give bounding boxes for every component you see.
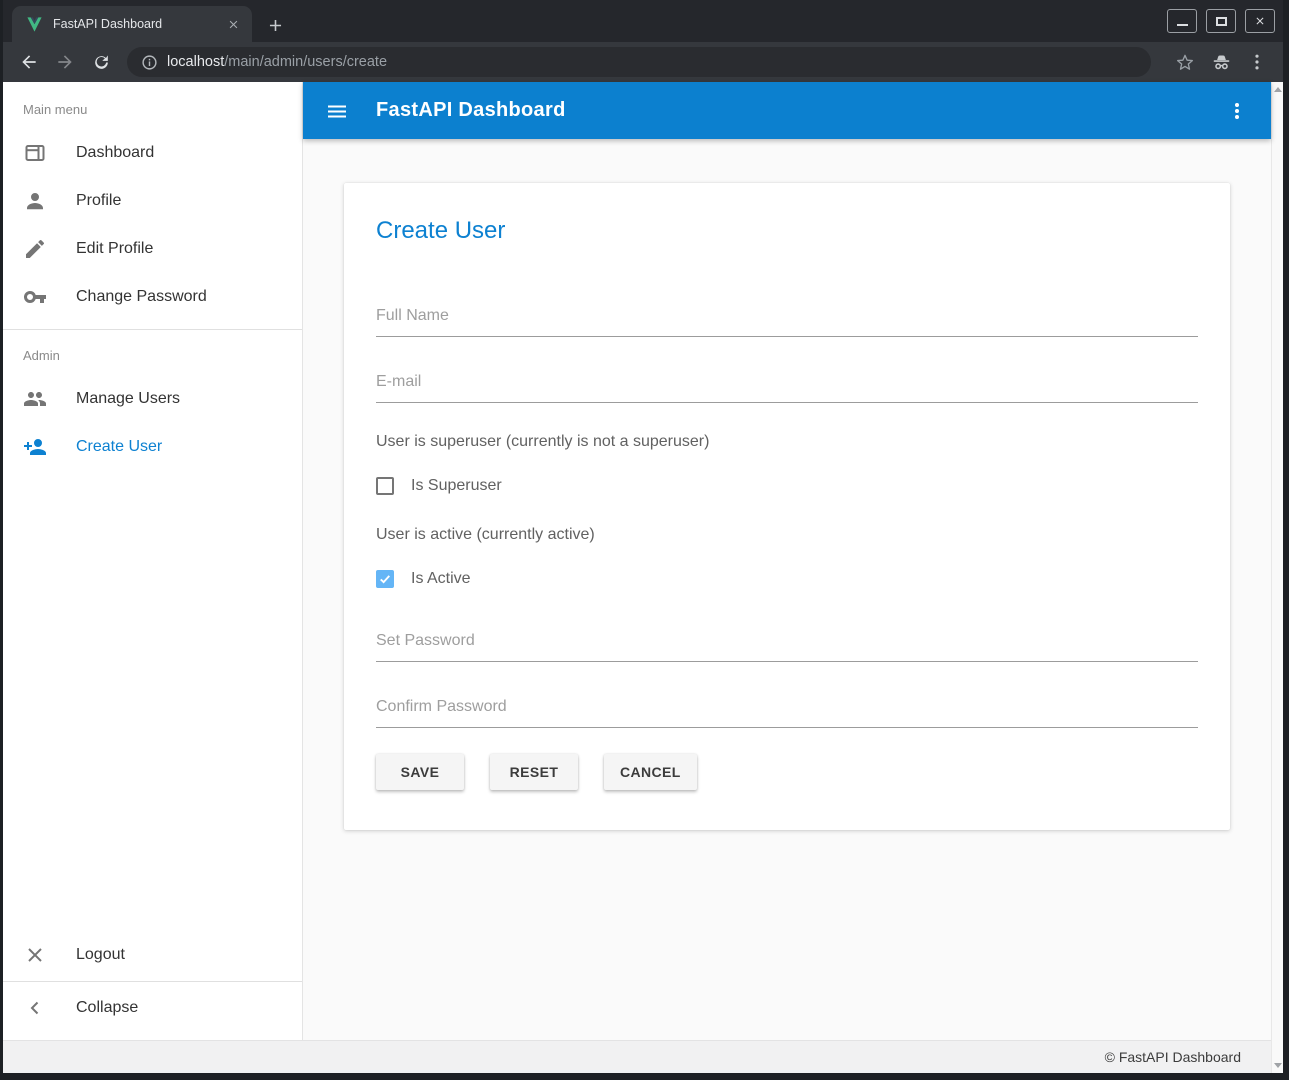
- sidebar-item-label: Create User: [76, 438, 162, 456]
- forward-button[interactable]: [53, 50, 77, 74]
- confirm-password-input[interactable]: [376, 698, 1198, 728]
- confirm-password-field-wrapper: [376, 698, 1198, 728]
- full-name-input[interactable]: [376, 307, 1198, 337]
- page-footer: © FastAPI Dashboard: [3, 1040, 1271, 1073]
- window-close-button[interactable]: [1245, 9, 1275, 33]
- window-controls: [1167, 9, 1275, 33]
- url-bar[interactable]: localhost/main/admin/users/create: [127, 47, 1151, 77]
- sidebar-item-change-password[interactable]: Change Password: [3, 273, 302, 321]
- reset-button[interactable]: RESET: [490, 754, 578, 790]
- browser-window: FastAPI Dashboard: [0, 0, 1289, 1080]
- people-icon: [23, 387, 47, 411]
- sidebar-item-collapse[interactable]: Collapse: [3, 984, 302, 1032]
- person-icon: [23, 189, 47, 213]
- sidebar-divider: [3, 981, 302, 982]
- appbar-title: FastAPI Dashboard: [376, 99, 566, 122]
- hamburger-menu-icon[interactable]: [325, 99, 349, 123]
- tab-close-icon[interactable]: [224, 15, 242, 33]
- dashboard-icon: [23, 141, 47, 165]
- sidebar-divider: [3, 329, 302, 330]
- sidebar-spacer: [3, 471, 302, 931]
- sidebar-item-label: Logout: [76, 946, 125, 964]
- vue-logo-icon: [26, 16, 43, 33]
- is-superuser-checkbox-row[interactable]: Is Superuser: [376, 477, 1198, 495]
- sidebar-item-dashboard[interactable]: Dashboard: [3, 129, 302, 177]
- set-password-field-wrapper: [376, 632, 1198, 662]
- scrollbar-down-arrow-icon[interactable]: [1274, 1063, 1282, 1068]
- email-field-wrapper: [376, 373, 1198, 403]
- sidebar-item-label: Collapse: [76, 999, 138, 1017]
- url-text: localhost/main/admin/users/create: [167, 54, 387, 70]
- tab-strip: FastAPI Dashboard: [3, 0, 1283, 42]
- page-content: Create User User is superuser (currently…: [303, 139, 1271, 1040]
- sidebar: Main menu Dashboard Profile: [3, 82, 303, 1040]
- browser-chrome: FastAPI Dashboard: [3, 0, 1283, 82]
- bookmark-star-icon[interactable]: [1173, 50, 1197, 74]
- app-bar: FastAPI Dashboard: [303, 82, 1271, 139]
- sidebar-item-label: Dashboard: [76, 144, 154, 162]
- sidebar-item-label: Manage Users: [76, 390, 180, 408]
- copyright-text: © FastAPI Dashboard: [1105, 1049, 1241, 1065]
- sidebar-item-logout[interactable]: Logout: [3, 931, 302, 979]
- chevron-left-icon: [23, 996, 47, 1020]
- superuser-hint-text: User is superuser (currently is not a su…: [376, 433, 1198, 451]
- is-active-checkbox[interactable]: [376, 570, 394, 588]
- pencil-icon: [23, 237, 47, 261]
- sidebar-item-manage-users[interactable]: Manage Users: [3, 375, 302, 423]
- is-superuser-checkbox[interactable]: [376, 477, 394, 495]
- page-title: Create User: [376, 217, 1198, 245]
- window-maximize-button[interactable]: [1206, 9, 1236, 33]
- incognito-icon: [1209, 50, 1233, 74]
- reload-button[interactable]: [89, 50, 113, 74]
- is-active-label: Is Active: [411, 570, 471, 588]
- form-actions: SAVE RESET CANCEL: [376, 754, 1198, 790]
- scrollbar-up-arrow-icon[interactable]: [1274, 87, 1282, 92]
- page-scrollbar[interactable]: [1271, 82, 1283, 1073]
- back-button[interactable]: [17, 50, 41, 74]
- sidebar-item-label: Profile: [76, 192, 121, 210]
- browser-toolbar: localhost/main/admin/users/create: [3, 42, 1283, 82]
- tab-title: FastAPI Dashboard: [53, 17, 224, 31]
- active-hint-text: User is active (currently active): [376, 526, 1198, 544]
- sidebar-section-admin: Admin: [3, 338, 302, 375]
- save-button[interactable]: SAVE: [376, 754, 464, 790]
- set-password-input[interactable]: [376, 632, 1198, 662]
- sidebar-item-label: Edit Profile: [76, 240, 153, 258]
- window-minimize-button[interactable]: [1167, 9, 1197, 33]
- key-icon: [23, 285, 47, 309]
- email-input[interactable]: [376, 373, 1198, 403]
- full-name-field-wrapper: [376, 307, 1198, 337]
- main-area: FastAPI Dashboard Create User: [303, 82, 1271, 1040]
- create-user-card: Create User User is superuser (currently…: [344, 183, 1230, 830]
- sidebar-item-profile[interactable]: Profile: [3, 177, 302, 225]
- browser-tab[interactable]: FastAPI Dashboard: [12, 6, 252, 42]
- new-tab-button[interactable]: [263, 13, 287, 37]
- browser-menu-icon[interactable]: [1245, 50, 1269, 74]
- close-icon: [23, 943, 47, 967]
- cancel-button[interactable]: CANCEL: [604, 754, 697, 790]
- sidebar-section-main-menu: Main menu: [3, 82, 302, 129]
- sidebar-item-edit-profile[interactable]: Edit Profile: [3, 225, 302, 273]
- site-info-icon[interactable]: [141, 54, 158, 71]
- sidebar-item-label: Change Password: [76, 288, 207, 306]
- is-active-checkbox-row[interactable]: Is Active: [376, 570, 1198, 588]
- person-add-icon: [23, 435, 47, 459]
- appbar-menu-icon[interactable]: [1225, 99, 1249, 123]
- sidebar-item-create-user[interactable]: Create User: [3, 423, 302, 471]
- is-superuser-label: Is Superuser: [411, 477, 502, 495]
